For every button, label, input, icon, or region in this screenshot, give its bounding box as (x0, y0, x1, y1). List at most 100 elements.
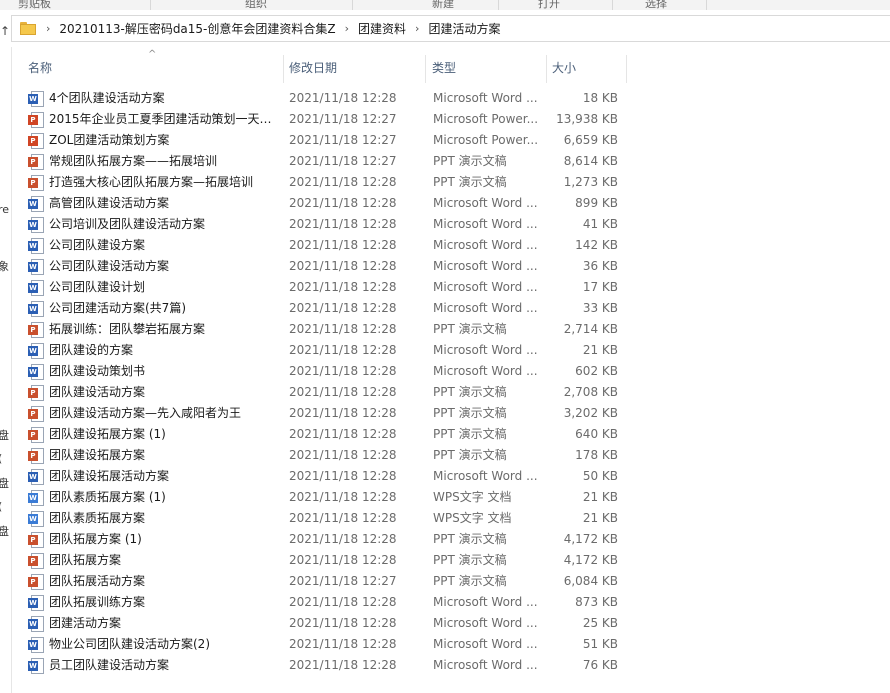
powerpoint-document-icon: P (28, 405, 44, 422)
file-row[interactable]: W 团队建设的方案 2021/11/18 12:28 Microsoft Word .… (12, 340, 890, 361)
file-name-cell: P 团队建设拓展方案 (1) (28, 424, 278, 445)
file-size: 13,938 KB (556, 112, 618, 126)
file-row[interactable]: W 公司团队建设活动方案 2021/11/18 12:28 Microsoft Wor… (12, 256, 890, 277)
file-date: 2021/11/18 12:28 (289, 595, 397, 609)
file-row[interactable]: P 打造强大核心团队拓展方案—拓展培训 2021/11/18 12:28 PPT 演示… (12, 172, 890, 193)
powerpoint-document-icon: P (28, 531, 44, 548)
column-header-type[interactable]: 类型 (427, 53, 545, 83)
file-name: 公司团队建设活动方案 (49, 259, 170, 273)
file-row[interactable]: W 团队建设动策划书 2021/11/18 12:28 Microsoft Word … (12, 361, 890, 382)
file-name-cell: W 4个团队建设活动方案 (28, 88, 278, 109)
file-date: 2021/11/18 12:27 (289, 154, 397, 168)
file-name: 团队拓展训练方案 (49, 595, 146, 609)
file-size: 36 KB (582, 259, 618, 273)
file-name-cell: W 团建活动方案 (28, 613, 278, 634)
file-name-cell: P 常规团队拓展方案——拓展培训 (28, 151, 278, 172)
file-row[interactable]: W 公司团队建设计划 2021/11/18 12:28 Microsoft Word … (12, 277, 890, 298)
file-row[interactable]: P 团队拓展活动方案 2021/11/18 12:27 PPT 演示文稿 6,084 K… (12, 571, 890, 592)
up-arrow-icon[interactable]: ↑ (0, 24, 10, 38)
ribbon-divider (612, 0, 613, 10)
file-date: 2021/11/18 12:28 (289, 532, 397, 546)
file-row[interactable]: P ZOL团建活动策划方案 2021/11/18 12:27 Microsoft Po… (12, 130, 890, 151)
file-row[interactable]: W 团队建设拓展活动方案 2021/11/18 12:28 Microsoft Wor… (12, 466, 890, 487)
column-divider[interactable] (425, 55, 426, 83)
word-document-icon: W (28, 195, 44, 212)
file-name: 常规团队拓展方案——拓展培训 (49, 154, 218, 168)
file-row[interactable]: P 团队拓展方案 2021/11/18 12:28 PPT 演示文稿 4,172 KB (12, 550, 890, 571)
column-header-name[interactable]: 名称 (23, 53, 283, 83)
file-size: 2,708 KB (563, 385, 618, 399)
file-row[interactable]: W 公司团建活动方案(共7篇) 2021/11/18 12:28 Microsoft … (12, 298, 890, 319)
file-size: 6,659 KB (563, 133, 618, 147)
column-divider[interactable] (626, 55, 627, 83)
file-name: 2015年企业员工夏季团建活动策划一天0... (49, 112, 278, 126)
file-type: Microsoft Word ... (433, 238, 538, 252)
chevron-right-icon[interactable]: › (415, 22, 419, 35)
nav-glyph: 盘 (0, 523, 9, 539)
file-row[interactable]: P 团队拓展方案 (1) 2021/11/18 12:28 PPT 演示文稿 4,172… (12, 529, 890, 550)
file-date: 2021/11/18 12:28 (289, 385, 397, 399)
file-row[interactable]: W 公司团队建设方案 2021/11/18 12:28 Microsoft Word … (12, 235, 890, 256)
chevron-right-icon[interactable]: › (46, 22, 50, 35)
file-row[interactable]: W 团建活动方案 2021/11/18 12:28 Microsoft Word ..… (12, 613, 890, 634)
file-name-cell: W 公司团建活动方案(共7篇) (28, 298, 278, 319)
file-name-cell: P 团队拓展方案 (28, 550, 278, 571)
file-row[interactable]: P 团队建设活动方案 2021/11/18 12:28 PPT 演示文稿 2,708 K… (12, 382, 890, 403)
breadcrumb-team-materials[interactable]: 团建资料 (358, 20, 406, 37)
file-name-cell: P ZOL团建活动策划方案 (28, 130, 278, 151)
wps-document-icon: W (28, 489, 44, 506)
file-type: Microsoft Word ... (433, 217, 538, 231)
file-size: 6,084 KB (563, 574, 618, 588)
file-name: 团队建设的方案 (49, 343, 134, 357)
file-size: 899 KB (575, 196, 618, 210)
file-row[interactable]: W 员工团队建设活动方案 2021/11/18 12:28 Microsoft Wor… (12, 655, 890, 676)
column-header-size[interactable]: 大小 (547, 53, 625, 83)
file-row[interactable]: P 团队建设拓展方案 (1) 2021/11/18 12:28 PPT 演示文稿 640… (12, 424, 890, 445)
file-row[interactable]: W 公司培训及团队建设活动方案 2021/11/18 12:28 Microsoft … (12, 214, 890, 235)
file-row[interactable]: W 高管团队建设活动方案 2021/11/18 12:28 Microsoft Wor… (12, 193, 890, 214)
chevron-right-icon[interactable]: › (345, 22, 349, 35)
file-row[interactable]: P 常规团队拓展方案——拓展培训 2021/11/18 12:27 PPT 演示文稿 8… (12, 151, 890, 172)
file-size: 41 KB (582, 217, 618, 231)
file-type: Microsoft Word ... (433, 364, 538, 378)
nav-glyph: 盘 (0, 475, 9, 491)
ribbon-divider (150, 0, 151, 10)
file-date: 2021/11/18 12:28 (289, 91, 397, 105)
file-type: PPT 演示文稿 (433, 322, 507, 336)
address-bar[interactable]: › 20210113-解压密码da15-创意年会团建资料合集Z › 团建资料 ›… (11, 15, 890, 42)
file-row[interactable]: P 团队建设拓展方案 2021/11/18 12:28 PPT 演示文稿 178 KB (12, 445, 890, 466)
file-row[interactable]: W 团队素质拓展方案 2021/11/18 12:28 WPS文字 文档 21 KB (12, 508, 890, 529)
file-name-cell: W 公司培训及团队建设活动方案 (28, 214, 278, 235)
file-name: 员工团队建设活动方案 (49, 658, 170, 672)
word-document-icon: W (28, 258, 44, 275)
file-size: 873 KB (575, 595, 618, 609)
file-row[interactable]: W 物业公司团队建设活动方案(2) 2021/11/18 12:28 Microsof… (12, 634, 890, 655)
file-row[interactable]: W 团队拓展训练方案 2021/11/18 12:28 Microsoft Word … (12, 592, 890, 613)
file-name-cell: W 公司团队建设方案 (28, 235, 278, 256)
breadcrumb-root[interactable]: 20210113-解压密码da15-创意年会团建资料合集Z (59, 20, 335, 37)
file-row[interactable]: P 团队建设活动方案—先入咸阳者为王 2021/11/18 12:28 PPT 演示文… (12, 403, 890, 424)
powerpoint-document-icon: P (28, 321, 44, 338)
file-row[interactable]: W 团队素质拓展方案 (1) 2021/11/18 12:28 WPS文字 文档 21 … (12, 487, 890, 508)
ribbon-group-new: 新建 (432, 0, 454, 10)
file-size: 3,202 KB (563, 406, 618, 420)
file-date: 2021/11/18 12:28 (289, 259, 397, 273)
file-name: 团队拓展方案 (49, 553, 122, 567)
breadcrumb-current[interactable]: 团建活动方案 (428, 20, 500, 37)
file-type: WPS文字 文档 (433, 511, 512, 525)
powerpoint-document-icon: P (28, 447, 44, 464)
column-header-date[interactable]: 修改日期 (284, 53, 424, 83)
file-type: Microsoft Word ... (433, 91, 538, 105)
file-row[interactable]: W 4个团队建设活动方案 2021/11/18 12:28 Microsoft Wor… (12, 88, 890, 109)
file-type: Microsoft Power... (433, 133, 539, 147)
powerpoint-document-icon: P (28, 111, 44, 128)
file-type: PPT 演示文稿 (433, 385, 507, 399)
file-name: 团队建设动策划书 (49, 364, 146, 378)
file-name: 团队建设活动方案—先入咸阳者为王 (49, 406, 242, 420)
word-document-icon: W (28, 594, 44, 611)
file-size: 8,614 KB (563, 154, 618, 168)
file-row[interactable]: P 拓展训练：团队攀岩拓展方案 2021/11/18 12:28 PPT 演示文稿 2,… (12, 319, 890, 340)
file-size: 602 KB (575, 364, 618, 378)
file-row[interactable]: P 2015年企业员工夏季团建活动策划一天0... 2021/11/18 12:27… (12, 109, 890, 130)
ribbon-divider (352, 0, 353, 10)
